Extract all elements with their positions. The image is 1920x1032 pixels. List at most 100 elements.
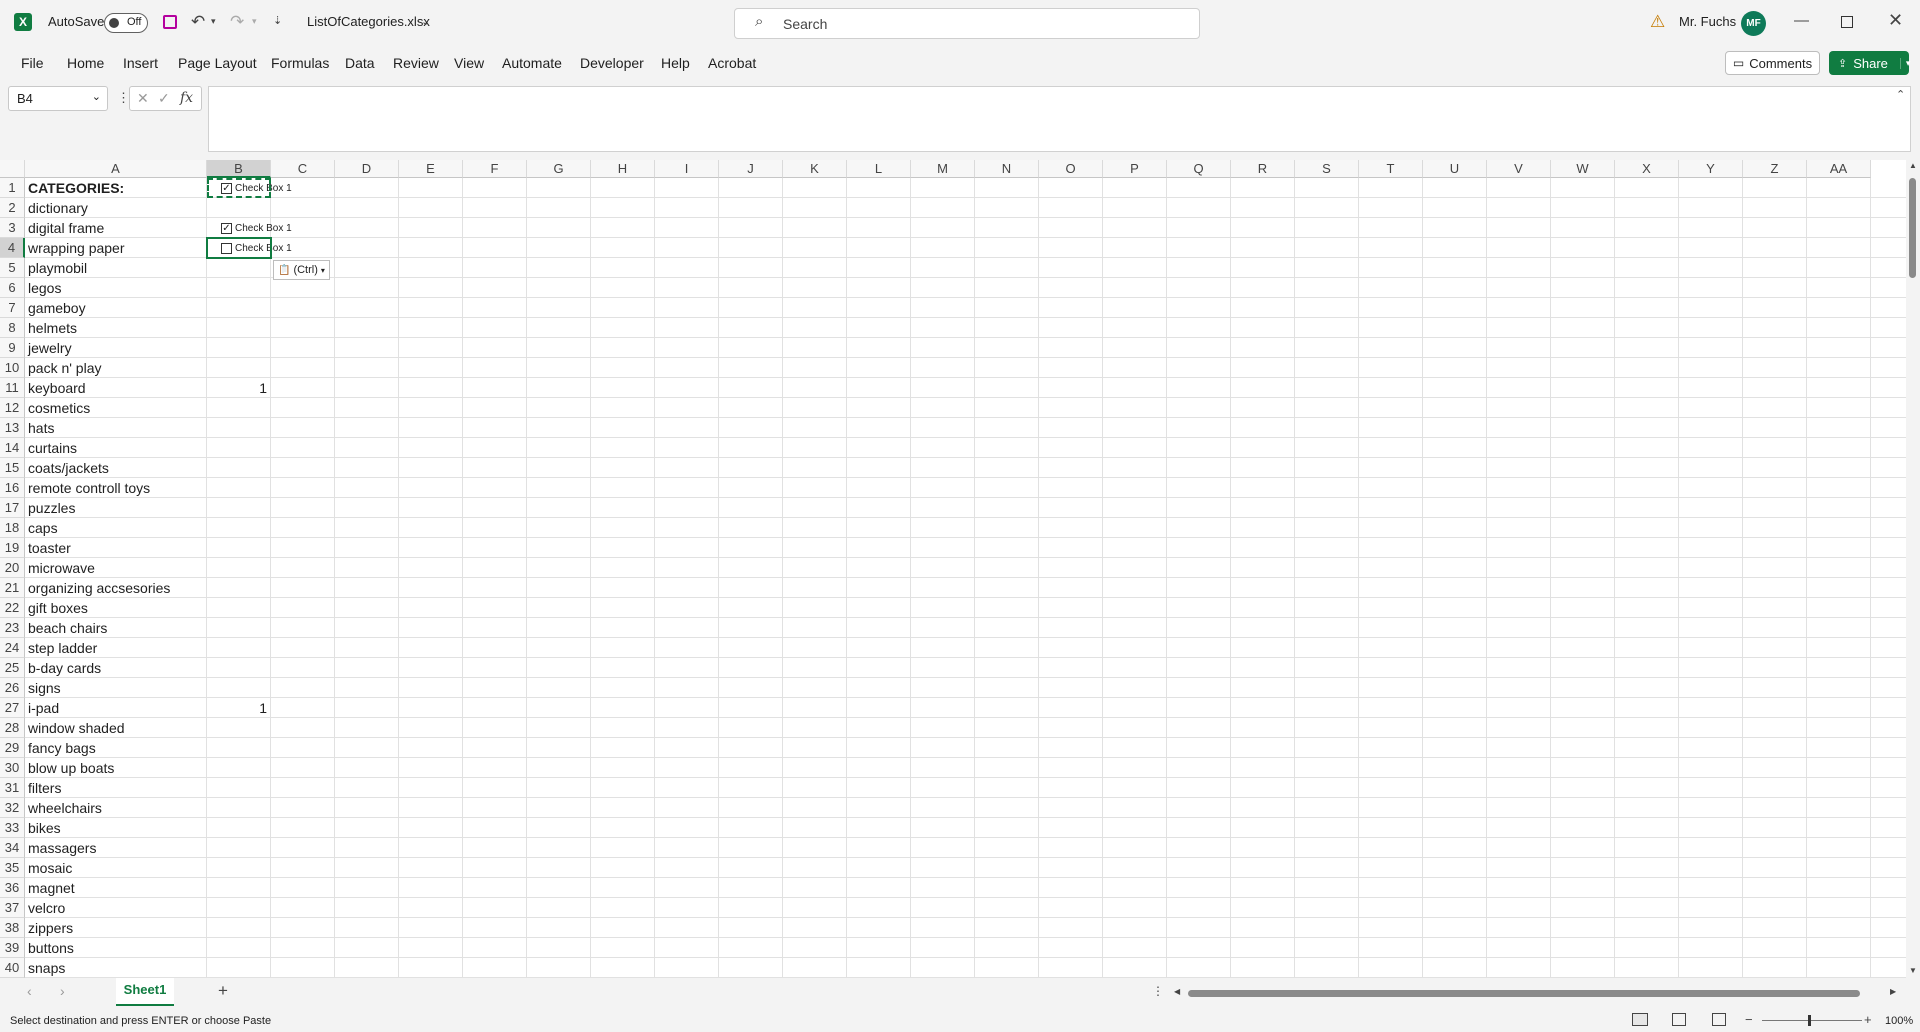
row-header-20[interactable]: 20 [0,558,25,578]
row-header-26[interactable]: 26 [0,678,25,698]
sheet-tab-sheet1[interactable]: Sheet1 [116,978,174,1006]
cell-a15[interactable]: coats/jackets [28,458,109,478]
row-header-24[interactable]: 24 [0,638,25,658]
cell-a21[interactable]: organizing accsesories [28,578,170,598]
cell-a36[interactable]: magnet [28,878,75,898]
warning-icon[interactable]: ⚠ [1650,12,1665,32]
cell-b27[interactable]: 1 [207,698,267,718]
row-header-4[interactable]: 4 [0,238,25,258]
cell-a16[interactable]: remote controll toys [28,478,150,498]
zoom-out-icon[interactable]: − [1745,1012,1753,1027]
row-header-27[interactable]: 27 [0,698,25,718]
cell-a32[interactable]: wheelchairs [28,798,102,818]
row-header-14[interactable]: 14 [0,438,25,458]
customize-toolbar-icon[interactable]: ⇣ [273,14,282,27]
chevron-down-icon[interactable]: ⌄ [421,15,430,28]
cell-a6[interactable]: legos [28,278,61,298]
row-header-22[interactable]: 22 [0,598,25,618]
column-header-f[interactable]: F [463,160,527,178]
column-header-o[interactable]: O [1039,160,1103,178]
autosave-toggle[interactable]: Off [104,13,148,33]
close-icon[interactable]: ✕ [1888,10,1903,31]
row-header-12[interactable]: 12 [0,398,25,418]
row-header-9[interactable]: 9 [0,338,25,358]
cell-a25[interactable]: b-day cards [28,658,101,678]
row-header-28[interactable]: 28 [0,718,25,738]
cell-a10[interactable]: pack n' play [28,358,102,378]
undo-dropdown-icon[interactable]: ▾ [211,16,216,27]
row-header-36[interactable]: 36 [0,878,25,898]
restore-icon[interactable] [1841,16,1853,28]
row-header-7[interactable]: 7 [0,298,25,318]
column-header-q[interactable]: Q [1167,160,1231,178]
row-header-40[interactable]: 40 [0,958,25,978]
row-header-18[interactable]: 18 [0,518,25,538]
cell-a7[interactable]: gameboy [28,298,86,318]
add-sheet-icon[interactable]: + [218,981,228,1001]
zoom-slider-thumb[interactable] [1808,1015,1811,1026]
column-header-p[interactable]: P [1103,160,1167,178]
column-header-z[interactable]: Z [1743,160,1807,178]
cell-a20[interactable]: microwave [28,558,95,578]
minimize-icon[interactable]: — [1794,12,1809,29]
row-header-21[interactable]: 21 [0,578,25,598]
zoom-slider[interactable] [1762,1015,1862,1026]
row-header-34[interactable]: 34 [0,838,25,858]
column-header-d[interactable]: D [335,160,399,178]
insert-function-icon[interactable]: fx [180,90,193,106]
column-header-t[interactable]: T [1359,160,1423,178]
cell-b11[interactable]: 1 [207,378,267,398]
row-header-37[interactable]: 37 [0,898,25,918]
cell-a3[interactable]: digital frame [28,218,104,238]
column-header-y[interactable]: Y [1679,160,1743,178]
tab-review[interactable]: Review [393,55,439,71]
cell-a17[interactable]: puzzles [28,498,75,518]
row-header-8[interactable]: 8 [0,318,25,338]
column-header-c[interactable]: C [271,160,335,178]
row-header-38[interactable]: 38 [0,918,25,938]
checkbox-control[interactable]: ✓ Check Box 1 [221,218,292,238]
tab-help[interactable]: Help [661,55,690,71]
redo-icon[interactable]: ↷ [230,12,244,32]
row-header-19[interactable]: 19 [0,538,25,558]
row-header-33[interactable]: 33 [0,818,25,838]
file-name[interactable]: ListOfCategories.xlsx [307,14,430,29]
column-header-r[interactable]: R [1231,160,1295,178]
column-header-b[interactable]: B [207,160,271,178]
row-header-25[interactable]: 25 [0,658,25,678]
row-header-2[interactable]: 2 [0,198,25,218]
avatar[interactable]: MF [1741,11,1766,36]
column-header-aa[interactable]: AA [1807,160,1871,178]
scroll-right-icon[interactable]: ▶ [1890,987,1896,996]
cell-a9[interactable]: jewelry [28,338,72,358]
cell-a37[interactable]: velcro [28,898,65,918]
normal-view-icon[interactable] [1632,1013,1648,1026]
cell-a24[interactable]: step ladder [28,638,97,658]
scroll-up-icon[interactable]: ▲ [1909,161,1917,170]
chevron-down-icon[interactable]: ⌄ [92,90,101,103]
column-header-e[interactable]: E [399,160,463,178]
cell-a1[interactable]: CATEGORIES: [28,178,124,198]
column-header-n[interactable]: N [975,160,1039,178]
scroll-thumb[interactable] [1909,178,1916,278]
enter-icon[interactable]: ✓ [158,90,170,107]
cell-a8[interactable]: helmets [28,318,77,338]
row-header-23[interactable]: 23 [0,618,25,638]
column-header-v[interactable]: V [1487,160,1551,178]
cell-a12[interactable]: cosmetics [28,398,90,418]
search-box[interactable]: ⌕ Search [734,8,1200,39]
cell-a11[interactable]: keyboard [28,378,86,398]
column-header-x[interactable]: X [1615,160,1679,178]
cell-a22[interactable]: gift boxes [28,598,88,618]
cell-a38[interactable]: zippers [28,918,73,938]
cell-a31[interactable]: filters [28,778,61,798]
row-header-39[interactable]: 39 [0,938,25,958]
row-header-11[interactable]: 11 [0,378,25,398]
row-header-35[interactable]: 35 [0,858,25,878]
paste-options-button[interactable]: 📋 (Ctrl) ▾ [273,260,330,280]
tab-acrobat[interactable]: Acrobat [708,55,756,71]
column-header-m[interactable]: M [911,160,975,178]
cell-a18[interactable]: caps [28,518,58,538]
row-header-32[interactable]: 32 [0,798,25,818]
row-header-30[interactable]: 30 [0,758,25,778]
